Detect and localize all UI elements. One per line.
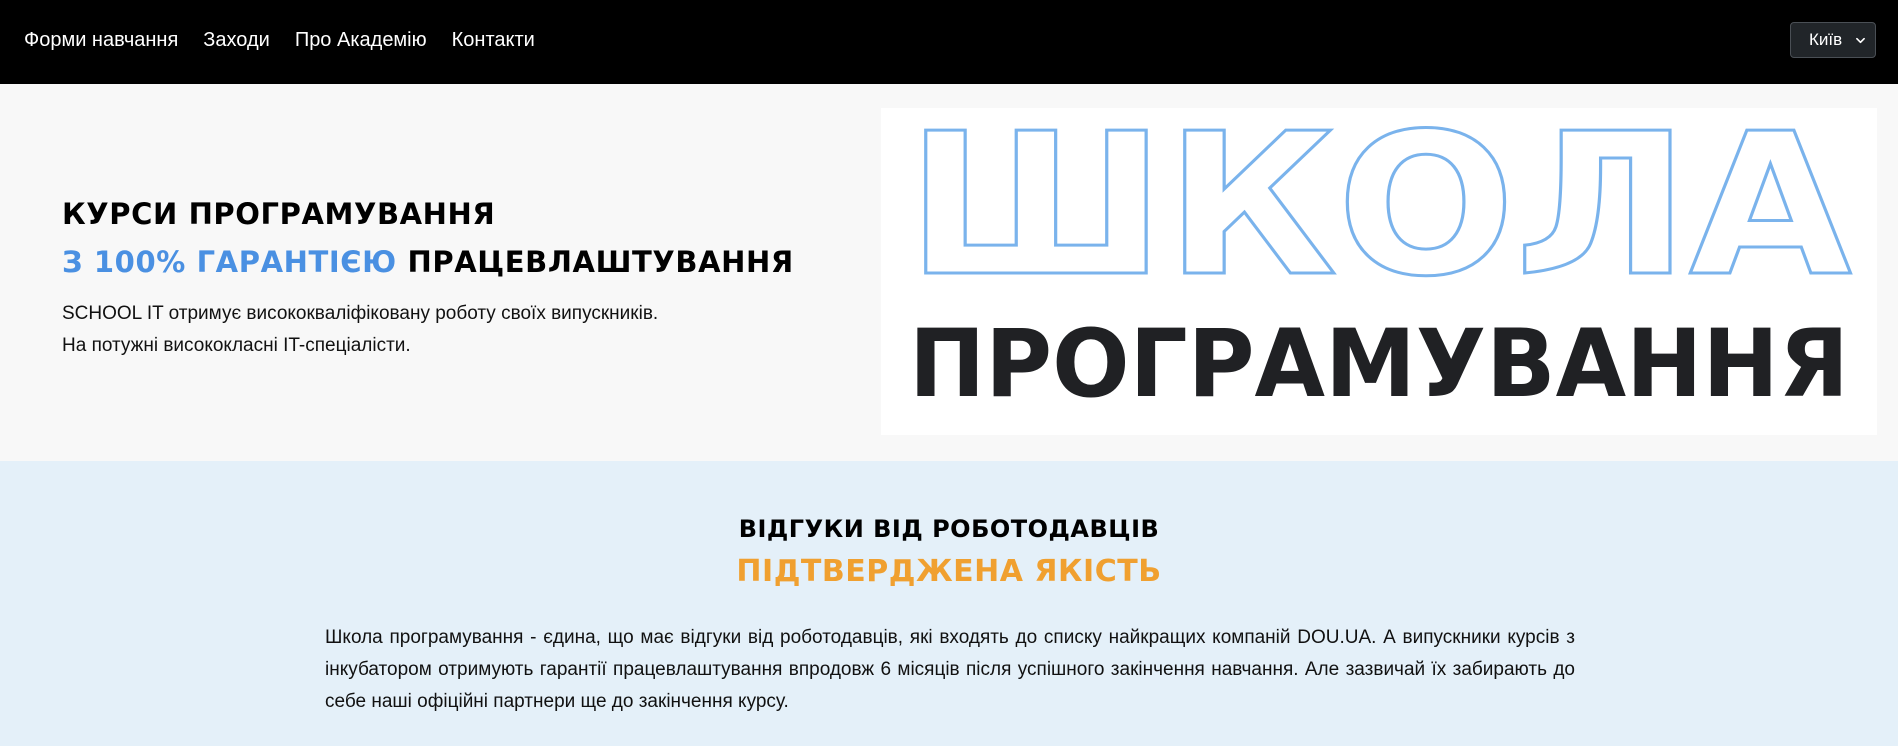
hero-title-accent: З 100% ГАРАНТІЄЮ [62,245,397,279]
hero-description-line2: На потужні висококласні IT-спеціалісти. [62,335,411,356]
reviews-subtitle: ПІДТВЕРДЖЕНА ЯКІСТЬ [736,554,1162,589]
reviews-section: ВІДГУКИ ВІД РОБОТОДАВЦІВ ПІДТВЕРДЖЕНА ЯК… [0,461,1898,746]
chevron-down-icon [1856,37,1865,44]
hero-description: SCHOOL IT отримує висококваліфіковану ро… [62,298,658,362]
city-select[interactable]: Київ [1790,22,1876,58]
top-navigation-bar: Форми навчання Заходи Про Академію Конта… [0,0,1898,84]
hero-title-line1: КУРСИ ПРОГРАМУВАННЯ [62,197,496,231]
reviews-title: ВІДГУКИ ВІД РОБОТОДАВЦІВ [738,515,1160,543]
city-select-value: Київ [1809,30,1843,49]
nav-item-study-forms[interactable]: Форми навчання [24,28,178,52]
hero-title-rest: ПРАЦЕВЛАШТУВАННЯ [396,245,794,279]
nav-item-contacts[interactable]: Контакти [452,28,535,52]
school-logo-image: ШКОЛА ПРОГРАМУВАННЯ [881,108,1877,435]
hero-description-line1: SCHOOL IT отримує висококваліфіковану ро… [62,303,659,324]
logo-word-bottom: ПРОГРАМУВАННЯ [909,310,1849,419]
nav-item-about[interactable]: Про Академію [295,28,427,52]
nav-item-events[interactable]: Заходи [203,28,270,52]
hero-section: КУРСИ ПРОГРАМУВАННЯ З 100% ГАРАНТІЄЮ ПРА… [0,84,1898,461]
reviews-text: Школа програмування - єдина, що має відг… [325,627,1575,712]
hero-title: КУРСИ ПРОГРАМУВАННЯ З 100% ГАРАНТІЄЮ ПРА… [62,190,794,286]
main-nav: Форми навчання Заходи Про Академію Конта… [24,28,560,52]
school-logo-graphic: ШКОЛА ПРОГРАМУВАННЯ [905,108,1853,419]
logo-word-top: ШКОЛА [907,108,1852,320]
